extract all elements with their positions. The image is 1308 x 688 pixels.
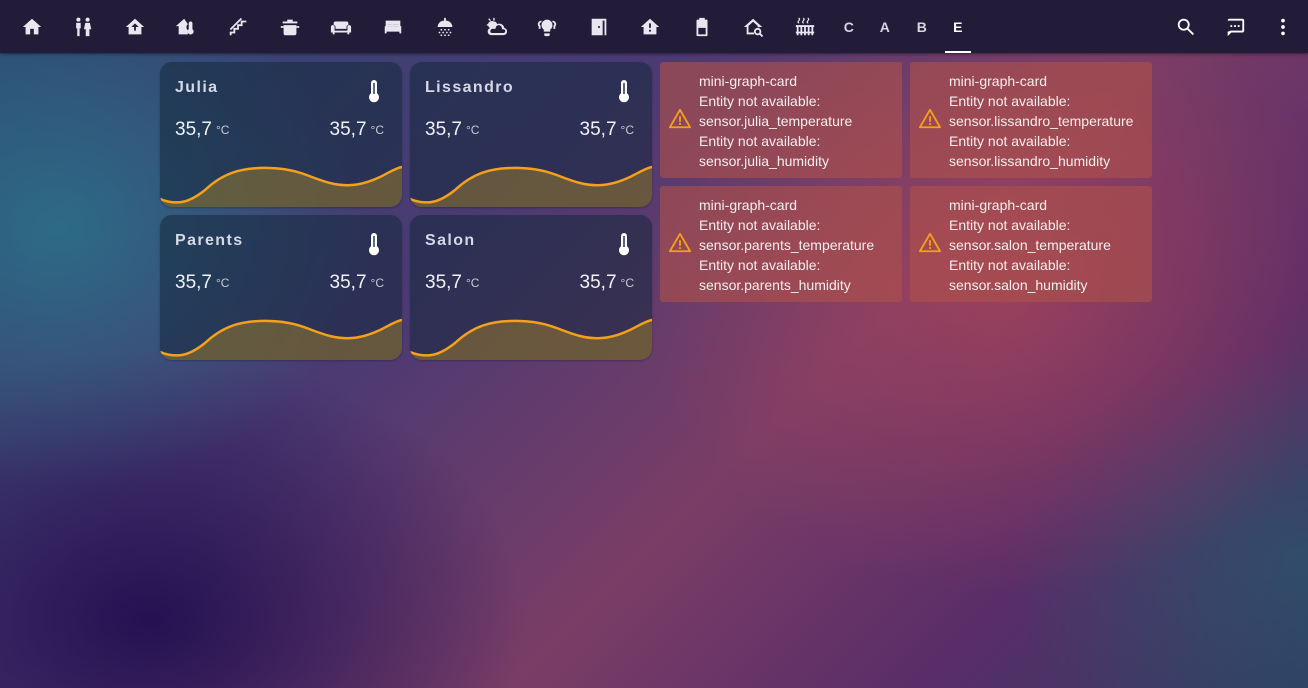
- error-line: Entity not available:: [949, 133, 1071, 149]
- warning-icon: [919, 232, 941, 253]
- error-line: Entity not available:: [949, 257, 1071, 273]
- tab-lights[interactable]: [527, 0, 567, 53]
- tab-e[interactable]: E: [938, 0, 978, 53]
- tab-bedroom[interactable]: [373, 0, 413, 53]
- sensor-name: Julia: [175, 79, 219, 96]
- entity-id: sensor.salon_humidity: [949, 277, 1088, 293]
- message-icon: [1227, 18, 1245, 36]
- sensor-name: Lissandro: [425, 79, 515, 96]
- entity-id: sensor.parents_temperature: [699, 237, 875, 253]
- entity-id: sensor.parents_humidity: [699, 277, 851, 293]
- humidity-value: 35,7 °C: [329, 272, 384, 293]
- lightbulb-group-icon: [537, 19, 557, 36]
- tab-living-room[interactable]: [321, 0, 361, 53]
- warning-icon: [669, 232, 691, 253]
- error-card-type: mini-graph-card: [949, 197, 1048, 213]
- tab-battery[interactable]: [682, 0, 722, 53]
- error-card-type: mini-graph-card: [949, 73, 1048, 89]
- entity-id: sensor.salon_temperature: [949, 237, 1111, 253]
- sensor-card-salon[interactable]: Salon 35,7 °C 35,7 °C: [410, 215, 652, 360]
- sensor-name: Salon: [425, 232, 476, 249]
- weather-icon: [486, 17, 507, 35]
- error-card-type: mini-graph-card: [699, 73, 798, 89]
- tab-home-thermometer[interactable]: [166, 0, 206, 53]
- tab-stairs[interactable]: [218, 0, 258, 53]
- error-line: Entity not available:: [949, 217, 1071, 233]
- sofa-icon: [330, 21, 352, 34]
- temperature-value: 35,7 °C: [175, 119, 230, 140]
- entity-id: sensor.lissandro_humidity: [949, 153, 1111, 169]
- mini-graph: [410, 318, 652, 360]
- temperature-value: 35,7 °C: [175, 272, 230, 293]
- tab-bathroom[interactable]: [425, 0, 465, 53]
- warning-icon: [919, 108, 941, 129]
- tab-kitchen[interactable]: [270, 0, 310, 53]
- entity-id: sensor.lissandro_temperature: [949, 113, 1134, 129]
- error-message: mini-graph-card Entity not available: se…: [699, 195, 874, 295]
- tab-alerts[interactable]: [630, 0, 670, 53]
- thermometer-icon: [619, 233, 629, 256]
- entity-id: sensor.julia_temperature: [699, 113, 853, 129]
- thermometer-icon: [619, 80, 629, 103]
- search-button[interactable]: [1168, 0, 1204, 53]
- tab-home[interactable]: [12, 0, 52, 53]
- assist-button[interactable]: [1217, 0, 1253, 53]
- search-icon: [1177, 18, 1194, 35]
- thermometer-icon: [369, 233, 379, 256]
- more-vert-icon: [1281, 18, 1285, 35]
- sensor-card-julia[interactable]: Julia 35,7 °C 35,7 °C: [160, 62, 402, 207]
- home-search-icon: [743, 18, 764, 37]
- shower-icon: [437, 17, 453, 36]
- pot-icon: [280, 19, 300, 35]
- error-card-salon: mini-graph-card Entity not available: se…: [910, 186, 1152, 302]
- overflow-menu-button[interactable]: [1265, 0, 1301, 53]
- sensor-card-parents[interactable]: Parents 35,7 °C 35,7 °C: [160, 215, 402, 360]
- radiator-icon: [795, 17, 815, 35]
- error-line: Entity not available:: [699, 93, 821, 109]
- mini-graph: [410, 165, 652, 207]
- temperature-value: 35,7 °C: [425, 119, 480, 140]
- tab-family[interactable]: [63, 0, 103, 53]
- tab-c[interactable]: C: [829, 0, 869, 53]
- tab-home-upload[interactable]: [115, 0, 155, 53]
- tab-doors[interactable]: [579, 0, 619, 53]
- door-icon: [591, 18, 607, 35]
- tab-heating[interactable]: [785, 0, 825, 53]
- top-toolbar: C A B E: [0, 0, 1308, 53]
- error-message: mini-graph-card Entity not available: se…: [949, 195, 1111, 295]
- sensor-name: Parents: [175, 232, 244, 249]
- mini-graph: [160, 318, 402, 360]
- error-card-lissandro: mini-graph-card Entity not available: se…: [910, 62, 1152, 178]
- sensor-card-lissandro[interactable]: Lissandro 35,7 °C 35,7 °C: [410, 62, 652, 207]
- thermometer-icon: [369, 80, 379, 103]
- tab-search-home[interactable]: [734, 0, 774, 53]
- home-icon: [22, 18, 42, 34]
- mini-graph: [160, 165, 402, 207]
- entity-id: sensor.julia_humidity: [699, 153, 829, 169]
- stairs-icon: [229, 17, 247, 35]
- temperature-value: 35,7 °C: [425, 272, 480, 293]
- error-line: Entity not available:: [699, 217, 821, 233]
- tab-b[interactable]: B: [902, 0, 942, 53]
- error-card-parents: mini-graph-card Entity not available: se…: [660, 186, 902, 302]
- humidity-value: 35,7 °C: [579, 119, 634, 140]
- error-message: mini-graph-card Entity not available: se…: [699, 71, 852, 171]
- error-line: Entity not available:: [699, 257, 821, 273]
- warning-icon: [669, 108, 691, 129]
- tab-weather[interactable]: [476, 0, 516, 53]
- error-message: mini-graph-card Entity not available: se…: [949, 71, 1133, 171]
- humidity-value: 35,7 °C: [579, 272, 634, 293]
- home-upload-icon: [125, 18, 145, 34]
- family-icon: [76, 17, 92, 36]
- error-card-type: mini-graph-card: [699, 197, 798, 213]
- home-alert-icon: [640, 18, 660, 34]
- error-line: Entity not available:: [699, 133, 821, 149]
- bed-icon: [384, 20, 402, 33]
- humidity-value: 35,7 °C: [329, 119, 384, 140]
- error-card-julia: mini-graph-card Entity not available: se…: [660, 62, 902, 178]
- home-thermometer-icon: [175, 18, 194, 35]
- error-line: Entity not available:: [949, 93, 1071, 109]
- tab-a[interactable]: A: [865, 0, 905, 53]
- battery-icon: [696, 17, 708, 36]
